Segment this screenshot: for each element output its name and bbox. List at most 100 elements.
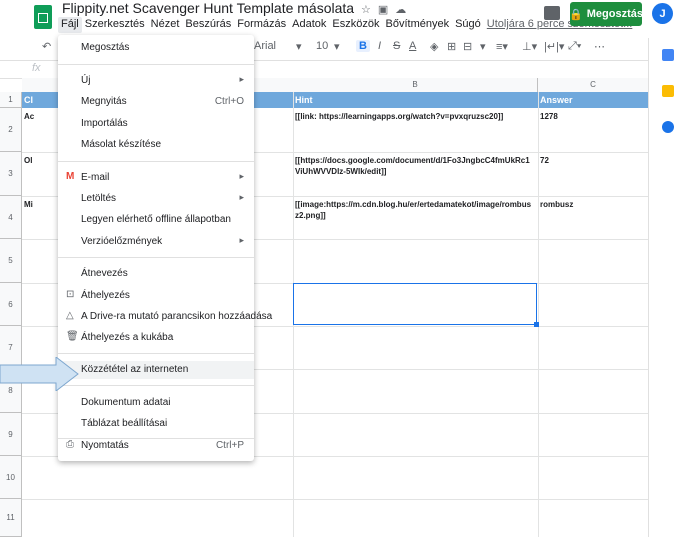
row-header-1[interactable]: 1 — [0, 92, 22, 108]
menu-item-offline[interactable]: Legyen elérhető offline állapotban — [58, 211, 254, 229]
share-button[interactable]: 🔒 Megosztás — [569, 2, 643, 26]
menu-data[interactable]: Adatok — [289, 17, 329, 33]
vertical-align-icon[interactable]: ⊥▾ — [522, 40, 537, 53]
menu-item-label: Táblázat beállításai — [81, 418, 168, 429]
column-header-b[interactable]: B — [293, 78, 538, 93]
menu-item-make-copy[interactable]: Másolat készítése — [58, 136, 254, 154]
cell-b4[interactable]: [[image:https://m.cdn.blog.hu/er/ertedam… — [293, 197, 537, 239]
menu-item-label: Verzióelőzmények — [81, 236, 163, 247]
row-header-4[interactable]: 4 — [0, 196, 22, 239]
print-icon: ⎙ — [66, 439, 74, 450]
font-size-arrow-icon[interactable]: ▾ — [334, 40, 340, 53]
borders-icon[interactable]: ⊞ — [447, 40, 456, 53]
menu-addons[interactable]: Bővítmények — [383, 17, 453, 33]
menu-help[interactable]: Súgó — [452, 17, 484, 33]
pointer-arrow-icon — [0, 357, 79, 391]
menu-item-email[interactable]: M E-mail ▸ — [58, 169, 254, 187]
submenu-arrow-icon: ▸ — [239, 74, 244, 84]
more-options-icon[interactable]: ⋯ — [594, 40, 605, 53]
menu-item-share[interactable]: Megosztás — [58, 39, 254, 57]
menu-item-label: E-mail — [81, 172, 110, 183]
merge-menu-arrow-icon[interactable]: ▾ — [480, 40, 486, 53]
menu-item-shortcut: Ctrl+P — [215, 440, 244, 451]
keep-icon[interactable] — [662, 85, 674, 97]
text-color-button[interactable]: A — [409, 40, 416, 52]
row-header-9[interactable]: 9 — [0, 413, 22, 456]
side-panel — [648, 38, 683, 537]
menu-item-open[interactable]: Megnyitás Ctrl+O — [58, 93, 254, 111]
cell-b3[interactable]: [[https://docs.google.com/document/d/1Fo… — [293, 153, 537, 196]
cell-c2[interactable]: 1278 — [538, 109, 648, 152]
avatar[interactable]: J — [652, 3, 673, 24]
menu-item-rename[interactable]: Átnevezés — [58, 265, 254, 283]
sheets-logo[interactable] — [34, 5, 52, 29]
header-cell-a[interactable]: Cl — [22, 92, 33, 108]
tasks-icon[interactable] — [662, 121, 674, 133]
menu-item-shortcut: Ctrl+O — [214, 96, 244, 107]
row-header-10[interactable]: 10 — [0, 456, 22, 499]
menu-item-move[interactable]: ⊡ Áthelyezés — [58, 287, 254, 305]
text-wrap-icon[interactable]: |↵|▾ — [544, 40, 564, 53]
menu-item-import[interactable]: Importálás — [58, 115, 254, 133]
cloud-status-icon[interactable]: ☁ — [392, 4, 406, 16]
menu-format[interactable]: Formázás — [234, 17, 289, 33]
menu-file[interactable]: Fájl — [58, 17, 82, 33]
doc-title[interactable]: Flippity.net Scavenger Hunt Template más… — [62, 0, 354, 16]
menu-item-label: Áthelyezés a kukába — [81, 332, 174, 343]
italic-button[interactable]: I — [378, 40, 381, 52]
lock-icon: 🔒 — [569, 8, 583, 21]
menu-item-label: Letöltés — [81, 193, 117, 204]
move-folder-icon[interactable]: ▣ — [375, 4, 388, 16]
row-header-5[interactable]: 5 — [0, 239, 22, 283]
menu-item-version-history[interactable]: Verzióelőzmények ▸ — [58, 233, 254, 251]
column-header-c[interactable]: C — [538, 78, 649, 93]
menu-item-label: Áthelyezés — [81, 290, 130, 301]
menu-item-label: Megosztás — [81, 42, 130, 53]
menu-divider — [58, 161, 254, 162]
fill-color-icon[interactable]: ◈ — [430, 40, 438, 53]
comment-history-icon[interactable] — [544, 6, 560, 20]
selected-cell-b6[interactable] — [293, 283, 539, 327]
menu-item-download[interactable]: Letöltés ▸ — [58, 190, 254, 208]
menu-item-print[interactable]: ⎙ Nyomtatás Ctrl+P — [58, 437, 254, 455]
font-select[interactable]: Arial — [254, 40, 276, 52]
font-size-select[interactable]: 10 — [316, 40, 328, 52]
row-header-2[interactable]: 2 — [0, 108, 22, 152]
menu-item-label: Legyen elérhető offline állapotban — [81, 214, 231, 225]
menu-tools[interactable]: Eszközök — [329, 17, 382, 33]
menu-item-drive-shortcut[interactable]: △ A Drive-ra mutató parancsikon hozzáadá… — [58, 308, 272, 326]
submenu-arrow-icon: ▸ — [239, 192, 244, 202]
menu-insert[interactable]: Beszúrás — [182, 17, 234, 33]
menu-edit[interactable]: Szerkesztés — [82, 17, 148, 33]
menu-item-new[interactable]: Új ▸ — [58, 72, 254, 90]
text-rotation-icon[interactable]: ⤢▾ — [568, 40, 581, 53]
folder-move-icon: ⊡ — [66, 289, 75, 300]
header-cell-answer[interactable]: Answer — [538, 92, 573, 108]
menu-divider — [58, 353, 254, 354]
horizontal-align-icon[interactable]: ≡▾ — [496, 40, 508, 53]
star-icon[interactable]: ☆ — [358, 4, 371, 16]
bold-button[interactable]: B — [356, 40, 370, 52]
undo-icon[interactable]: ↶ — [42, 40, 51, 53]
calendar-icon[interactable] — [662, 49, 674, 61]
menu-item-move-to-trash[interactable]: 🗑 Áthelyezés a kukába — [58, 329, 254, 347]
menu-item-label: Közzététel az interneten — [81, 364, 189, 375]
drive-shortcut-icon: △ — [66, 310, 74, 321]
menu-item-label: Dokumentum adatai — [81, 397, 171, 408]
cell-c4[interactable]: rombusz — [538, 197, 648, 239]
trash-icon: 🗑 — [66, 331, 79, 342]
header-cell-hint[interactable]: Hint — [293, 92, 313, 108]
font-select-arrow-icon[interactable]: ▾ — [296, 40, 302, 53]
menu-item-spreadsheet-settings[interactable]: Táblázat beállításai — [58, 415, 254, 433]
merge-cells-icon[interactable]: ⊟ — [463, 40, 472, 53]
menu-item-publish-to-web[interactable]: Közzététel az interneten — [58, 361, 254, 379]
cell-c3[interactable]: 72 — [538, 153, 648, 196]
strikethrough-button[interactable]: S — [393, 40, 400, 52]
menu-item-label: Megnyitás — [81, 96, 127, 107]
row-header-3[interactable]: 3 — [0, 152, 22, 196]
row-header-11[interactable]: 11 — [0, 499, 22, 537]
cell-b2[interactable]: [[link: https://learningapps.org/watch?v… — [293, 109, 537, 152]
menu-item-document-details[interactable]: Dokumentum adatai — [58, 394, 254, 412]
menu-view[interactable]: Nézet — [148, 17, 183, 33]
row-header-6[interactable]: 6 — [0, 283, 22, 326]
